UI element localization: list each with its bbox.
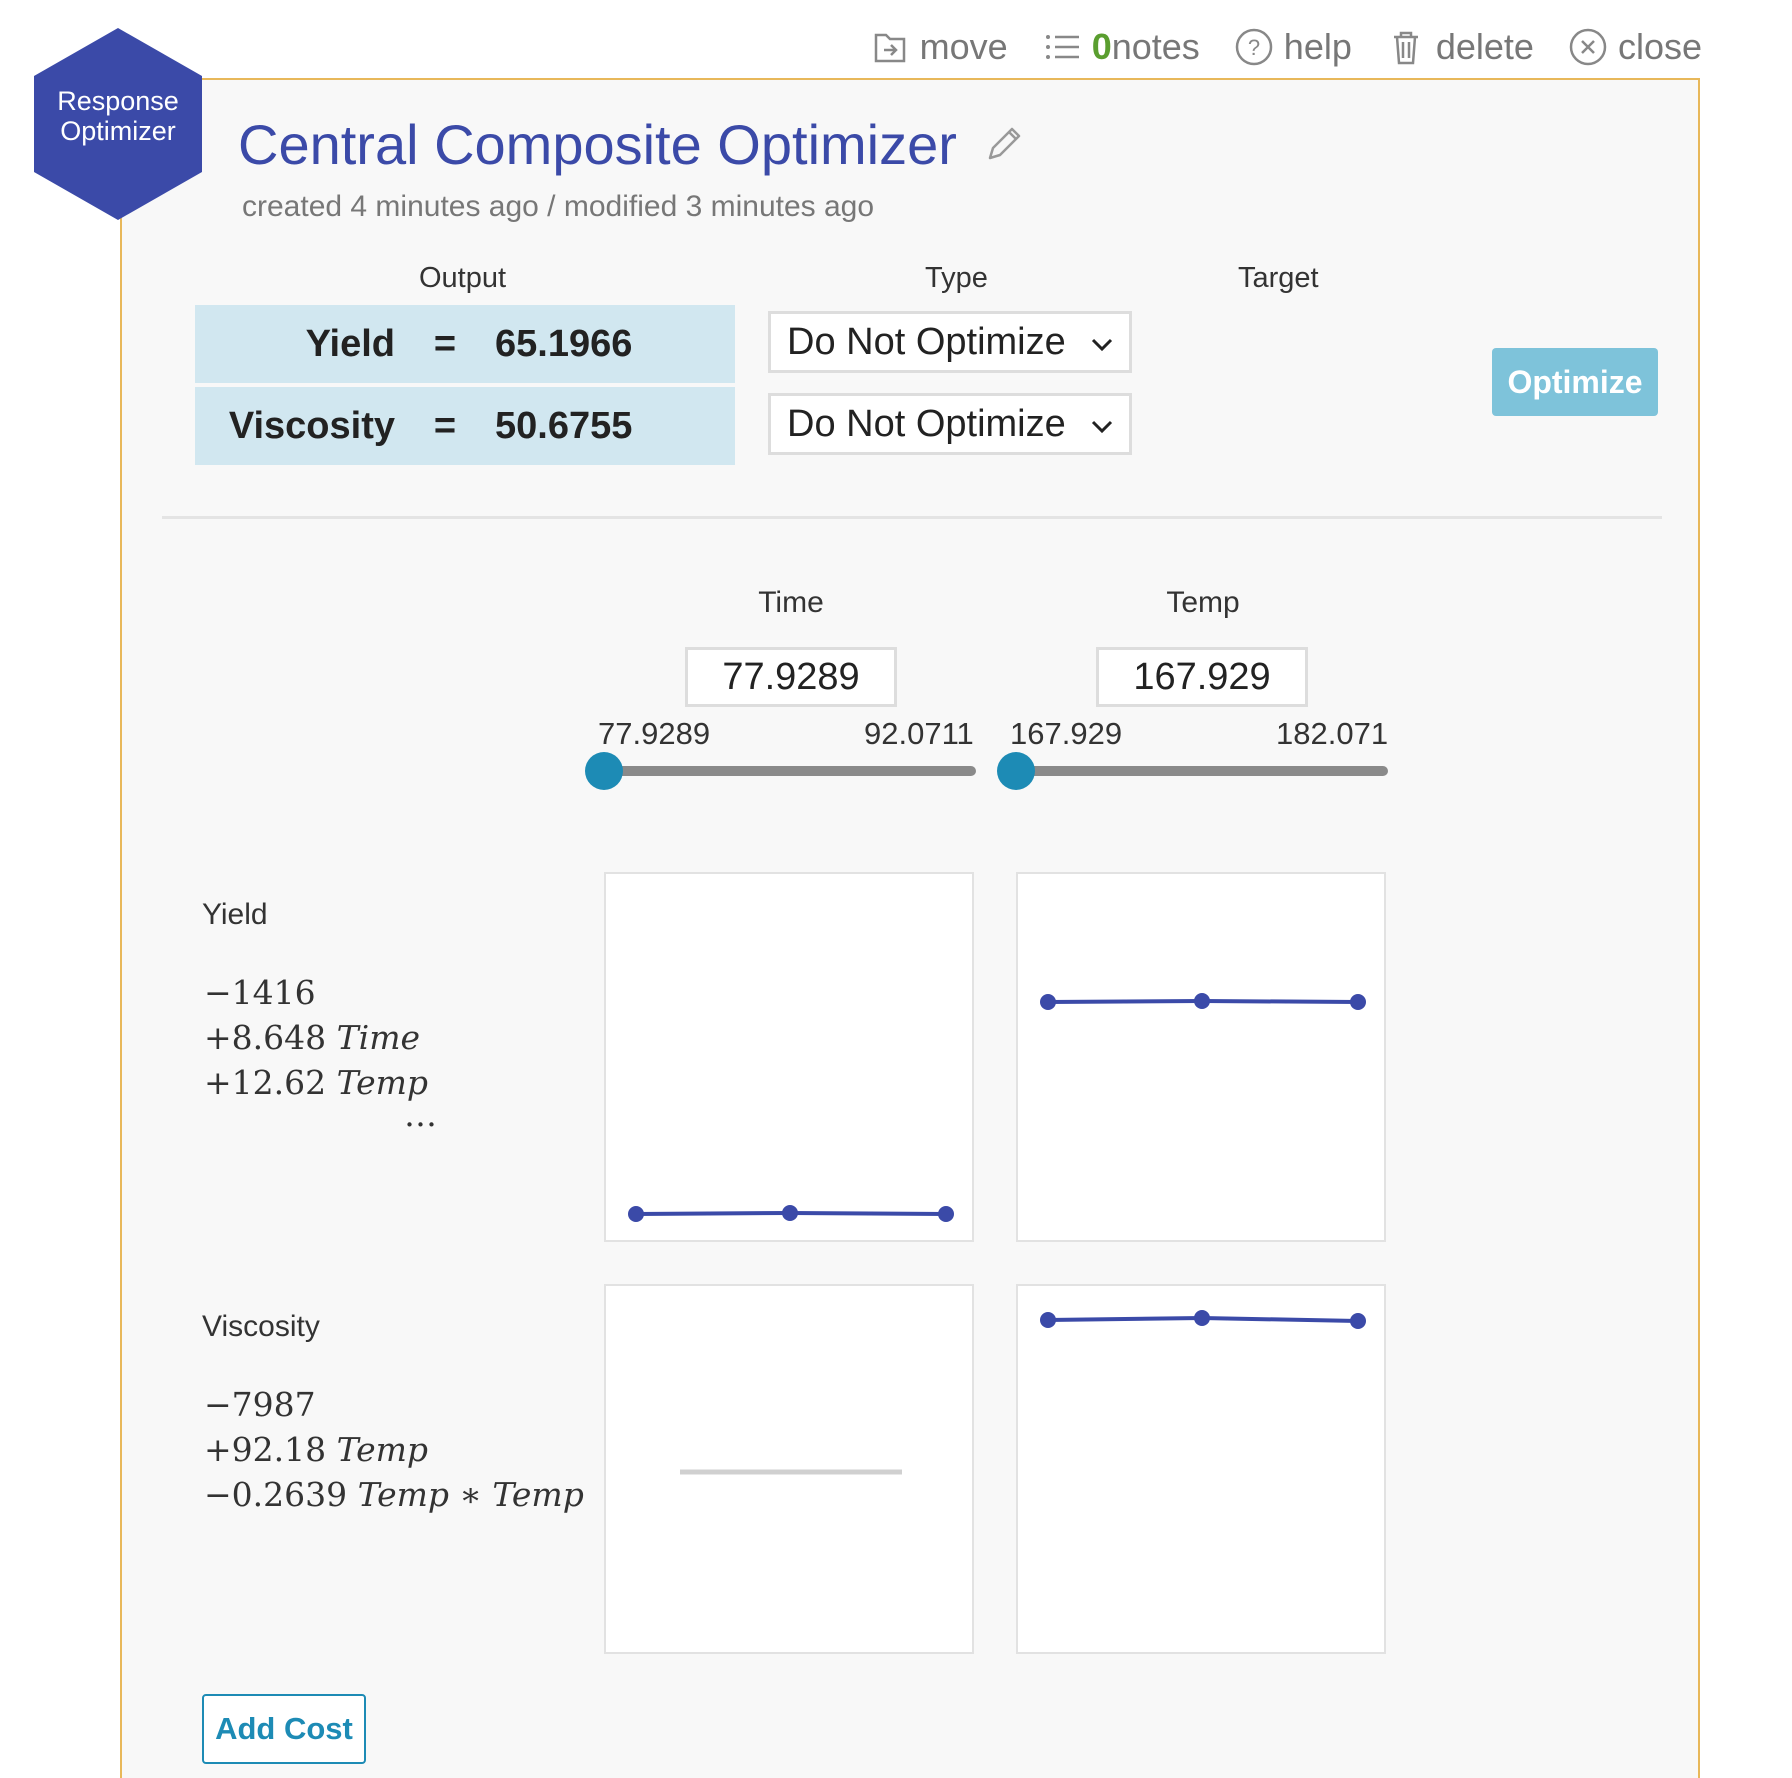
- move-icon: [874, 33, 905, 63]
- more-terms: …: [404, 1095, 437, 1134]
- response-label-viscosity: Viscosity: [202, 1310, 320, 1343]
- time-slider-track[interactable]: [604, 766, 976, 776]
- time-max-label: 92.0711: [864, 716, 974, 751]
- list-icon: [1045, 35, 1079, 59]
- time-slider-handle[interactable]: [585, 752, 623, 790]
- close-icon: [1569, 28, 1607, 66]
- plot-yield-time: [604, 872, 974, 1242]
- viscosity-equation: −7987 +92.18 Temp −0.2639 Temp ∗ Temp: [204, 1385, 584, 1514]
- add-cost-button[interactable]: Add Cost: [202, 1694, 366, 1764]
- equals-sign: =: [433, 404, 457, 447]
- move-label: move: [919, 26, 1008, 67]
- pencil-icon[interactable]: [982, 122, 1026, 166]
- badge-line2: Optimizer: [60, 116, 176, 146]
- divider: [162, 516, 1662, 519]
- temp-max-label: 182.071: [1276, 716, 1389, 751]
- factor-name-time: Time: [758, 586, 824, 619]
- temp-input[interactable]: 167.929: [1096, 647, 1308, 707]
- optimize-button[interactable]: Optimize: [1492, 348, 1658, 416]
- temp-slider-handle[interactable]: [997, 752, 1035, 790]
- type-header: Type: [925, 262, 988, 294]
- plot-point: [1350, 1313, 1366, 1329]
- response-optimizer-badge: Response Optimizer: [34, 28, 202, 220]
- move-button[interactable]: move: [870, 26, 1008, 68]
- trash-icon: [1393, 31, 1418, 65]
- equals-sign: =: [433, 322, 457, 365]
- plot-point: [1040, 994, 1056, 1010]
- notes-label: notes: [1111, 26, 1200, 67]
- plot-point: [782, 1205, 798, 1221]
- response-label-yield: Yield: [202, 898, 268, 931]
- output-row-yield: Yield = 65.1966: [195, 305, 735, 383]
- help-button[interactable]: ? help: [1234, 26, 1352, 68]
- output-value: 50.6755: [495, 404, 633, 447]
- toolbar: move 0notes ? help delete close: [870, 22, 1702, 72]
- type-select-value: Do Not Optimize: [787, 320, 1066, 363]
- badge-line1: Response: [57, 86, 179, 116]
- notes-button[interactable]: 0notes: [1042, 26, 1200, 68]
- plot-point: [1040, 1312, 1056, 1328]
- wrench-icon: [39, 32, 76, 69]
- plot-point: [1194, 993, 1210, 1009]
- target-header: Target: [1238, 262, 1319, 294]
- plot-point: [938, 1206, 954, 1222]
- svg-text:?: ?: [1248, 35, 1260, 60]
- help-icon: ?: [1235, 28, 1273, 66]
- plot-viscosity-temp: [1016, 1284, 1386, 1654]
- output-row-viscosity: Viscosity = 50.6755: [195, 387, 735, 465]
- delete-label: delete: [1435, 26, 1534, 67]
- time-input[interactable]: 77.9289: [685, 647, 897, 707]
- temp-slider-track[interactable]: [1016, 766, 1388, 776]
- delete-button[interactable]: delete: [1386, 26, 1534, 68]
- plot-point: [1194, 1310, 1210, 1326]
- output-header: Output: [419, 262, 507, 294]
- temp-min-label: 167.929: [1010, 716, 1123, 751]
- time-min-label: 77.9289: [598, 716, 711, 751]
- type-select-yield[interactable]: Do Not Optimize: [768, 311, 1132, 373]
- notes-count: 0: [1091, 26, 1112, 67]
- output-name: Viscosity: [228, 404, 395, 447]
- yield-equation: −1416 +8.648 Time +12.62 Temp …: [204, 973, 437, 1134]
- output-value: 65.1966: [495, 322, 633, 365]
- plot-viscosity-time: [604, 1284, 974, 1654]
- page-title: Central Composite Optimizer: [238, 113, 957, 176]
- chevron-down-icon: [1091, 420, 1113, 434]
- timestamps: created 4 minutes ago / modified 3 minut…: [242, 190, 875, 223]
- output-name: Yield: [305, 322, 395, 365]
- type-select-value: Do Not Optimize: [787, 402, 1066, 445]
- close-label: close: [1617, 26, 1702, 67]
- plot-point: [628, 1206, 644, 1222]
- close-button[interactable]: close: [1568, 26, 1702, 68]
- help-label: help: [1283, 26, 1352, 67]
- plot-yield-temp: [1016, 872, 1386, 1242]
- plot-point: [1350, 994, 1366, 1010]
- chevron-down-icon: [1091, 338, 1113, 352]
- factor-name-temp: Temp: [1166, 586, 1240, 619]
- type-select-viscosity[interactable]: Do Not Optimize: [768, 393, 1132, 455]
